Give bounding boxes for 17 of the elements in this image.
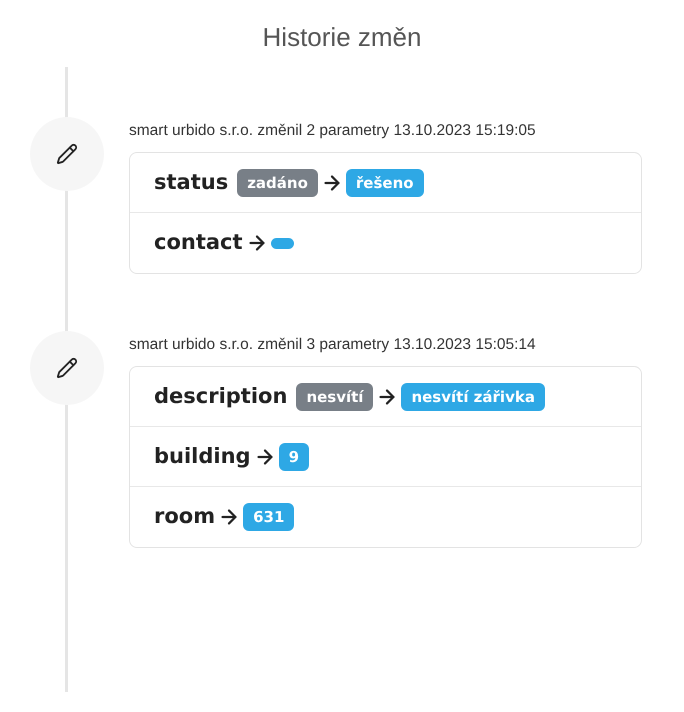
field-name: room	[154, 503, 216, 530]
entry-header: smart urbido s.r.o. změnil 3 parametry 13.10.2023 15:05:14	[129, 335, 537, 355]
new-value-badge: nesvítí zářivka	[401, 382, 545, 410]
field-name: building	[154, 442, 251, 470]
old-value-badge: zadáno	[237, 168, 318, 196]
field-name: description	[154, 382, 288, 410]
new-value-badge: řešeno	[346, 168, 424, 196]
entry-header: smart urbido s.r.o. změnil 2 parametry 13.10.2023 15:19:05	[129, 121, 537, 141]
pencil-icon	[56, 357, 78, 379]
old-value-badge: nesvítí	[296, 382, 374, 410]
field-name: status	[154, 168, 228, 196]
page-title: Historie změn	[262, 21, 422, 54]
empty-value-badge	[270, 238, 294, 248]
new-value-badge: 9	[278, 442, 310, 470]
pencil-icon	[56, 143, 78, 165]
field-name: contact	[154, 229, 243, 256]
new-value-badge: 631	[243, 503, 294, 531]
